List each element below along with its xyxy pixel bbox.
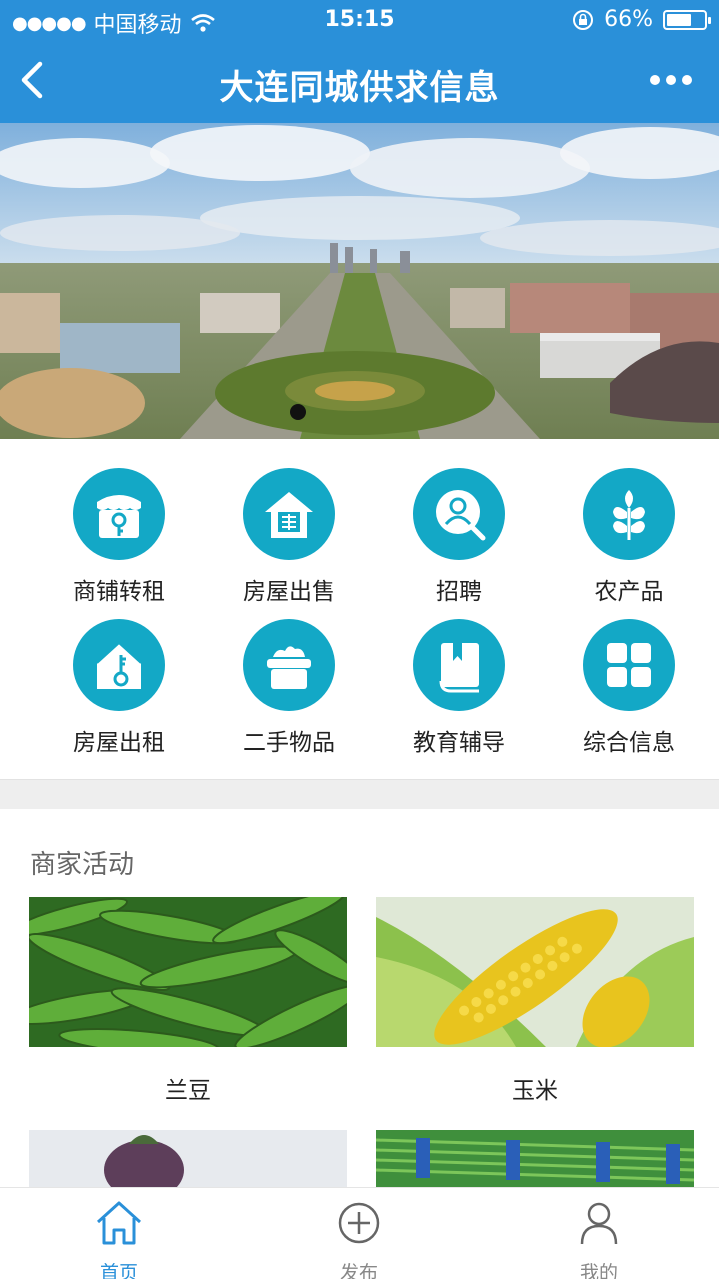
tab-label: 我的 bbox=[579, 1262, 618, 1279]
product-card[interactable]: 玉米 bbox=[376, 897, 694, 1105]
product-card-partial[interactable] bbox=[376, 1130, 694, 1187]
orientation-lock-icon bbox=[573, 9, 594, 30]
category-label: 招聘 bbox=[436, 579, 482, 605]
user-icon bbox=[580, 1202, 618, 1245]
category-second-hand[interactable]: 二手物品 bbox=[204, 619, 374, 757]
product-photo-beans bbox=[376, 1130, 694, 1187]
section-title: 商家活动 bbox=[30, 850, 135, 880]
category-general-info[interactable]: 综合信息 bbox=[544, 619, 714, 757]
category-house-rent[interactable]: 房屋出租 bbox=[34, 619, 204, 757]
battery-percent: 66% bbox=[604, 7, 653, 32]
product-name: 兰豆 bbox=[165, 1078, 211, 1104]
tab-publish[interactable]: 发布 bbox=[299, 1188, 419, 1279]
category-label: 房屋出租 bbox=[73, 730, 165, 756]
category-label: 房屋出售 bbox=[243, 579, 335, 605]
banner-city-image bbox=[0, 123, 719, 439]
book-icon bbox=[413, 619, 505, 711]
category-education[interactable]: 教育辅导 bbox=[374, 619, 544, 757]
wheat-icon bbox=[583, 468, 675, 560]
plus-circle-icon bbox=[338, 1202, 380, 1244]
nav-bar: 大连同城供求信息 bbox=[0, 40, 719, 123]
tab-bar: 首页 发布 我的 bbox=[0, 1187, 719, 1279]
tab-home[interactable]: 首页 bbox=[59, 1188, 179, 1279]
category-label: 二手物品 bbox=[243, 730, 335, 756]
category-house-sale[interactable]: 房屋出售 bbox=[204, 468, 374, 606]
shop-icon bbox=[73, 468, 165, 560]
status-bar: ●●●●● 中国移动 15:15 66% bbox=[0, 0, 719, 40]
home-icon bbox=[96, 1201, 142, 1245]
product-photo-corn bbox=[376, 897, 694, 1047]
top-bar: ●●●●● 中国移动 15:15 66% 大连同城供求信息 bbox=[0, 0, 719, 123]
page-title: 大连同城供求信息 bbox=[219, 68, 500, 108]
house-sale-icon bbox=[243, 468, 335, 560]
house-key-icon bbox=[73, 619, 165, 711]
category-grid: 商铺转租 房屋出售 招聘 农产品 房屋出租 二手物品 教育辅导 综合信息 bbox=[0, 439, 719, 779]
battery-icon bbox=[663, 9, 711, 30]
tab-label: 发布 bbox=[339, 1262, 378, 1279]
product-card-partial[interactable] bbox=[29, 1130, 347, 1187]
basket-icon bbox=[243, 619, 335, 711]
battery-fill bbox=[667, 13, 691, 26]
category-recruit[interactable]: 招聘 bbox=[374, 468, 544, 606]
tab-mine[interactable]: 我的 bbox=[539, 1188, 659, 1279]
product-photo-peas bbox=[29, 897, 347, 1047]
category-farm-produce[interactable]: 农产品 bbox=[544, 468, 714, 606]
category-label: 教育辅导 bbox=[413, 730, 505, 756]
tab-label: 首页 bbox=[99, 1262, 138, 1279]
more-icon[interactable] bbox=[649, 70, 693, 90]
person-icon bbox=[413, 468, 505, 560]
category-label: 商铺转租 bbox=[73, 579, 165, 605]
category-label: 综合信息 bbox=[583, 730, 675, 756]
product-card[interactable]: 兰豆 bbox=[29, 897, 347, 1105]
grid-icon bbox=[583, 619, 675, 711]
category-shop-rent[interactable]: 商铺转租 bbox=[34, 468, 204, 606]
section-divider bbox=[0, 779, 719, 809]
banner-carousel[interactable] bbox=[0, 123, 719, 439]
product-name: 玉米 bbox=[512, 1078, 558, 1104]
category-label: 农产品 bbox=[594, 579, 664, 605]
carousel-indicator[interactable] bbox=[288, 402, 328, 422]
product-photo-eggplant bbox=[29, 1130, 347, 1187]
